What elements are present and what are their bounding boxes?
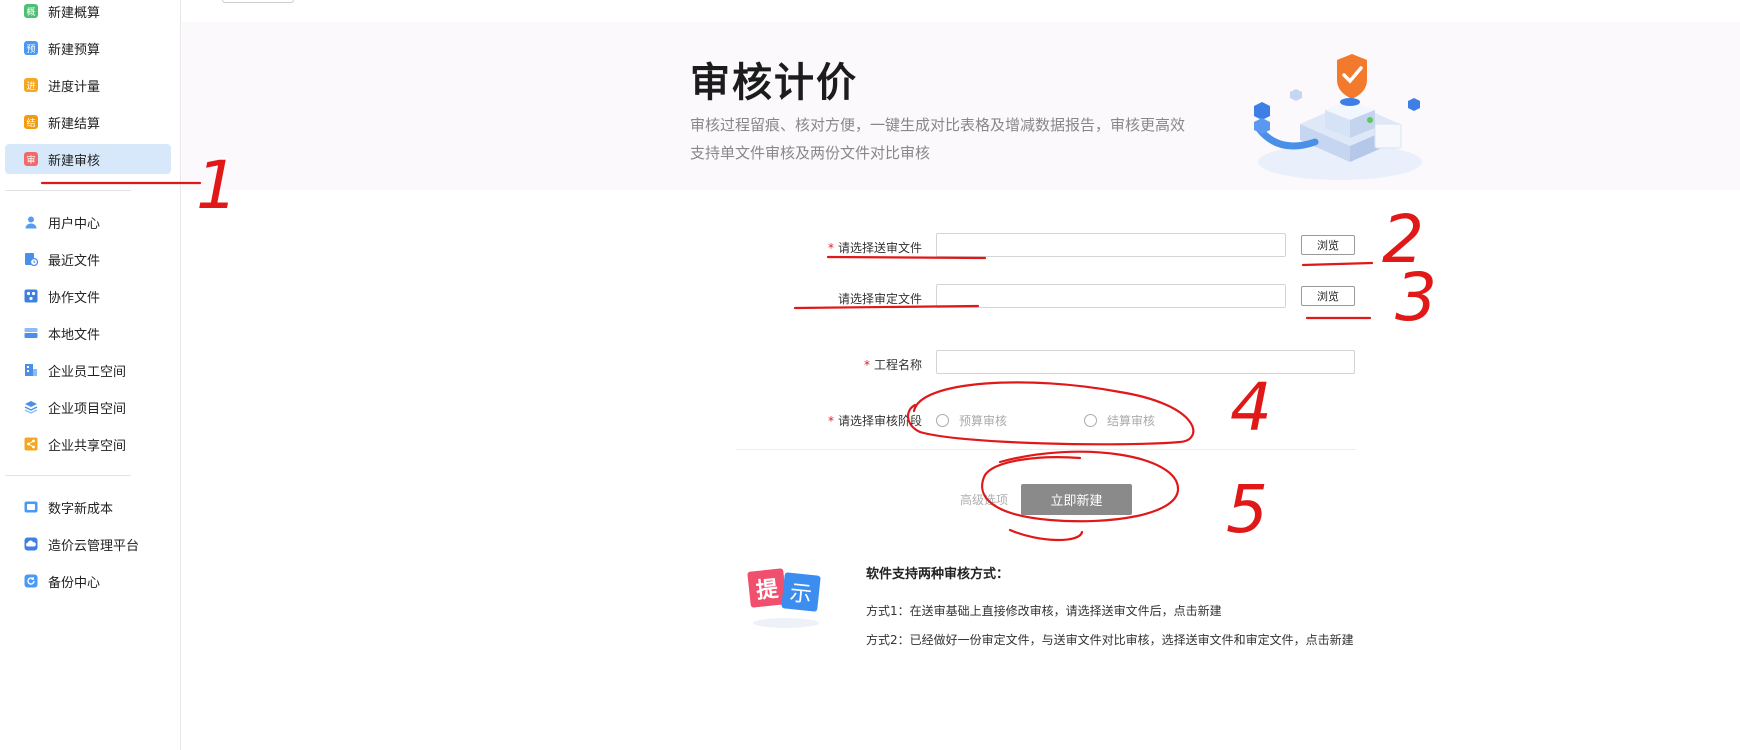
sidebar-item-label: 新建预算 bbox=[48, 42, 101, 58]
cloud-platform-icon bbox=[24, 537, 38, 551]
create-now-button[interactable]: 立即新建 bbox=[1021, 484, 1132, 515]
tip-title: 软件支持两种审核方式： bbox=[866, 567, 1010, 582]
annotation-number-5: 5 bbox=[1226, 471, 1268, 548]
local-file-icon bbox=[24, 326, 38, 340]
sidebar-item-label: 新建概算 bbox=[48, 5, 101, 21]
required-mark: * bbox=[827, 414, 834, 428]
tip-badge-char2: 示 bbox=[781, 572, 821, 612]
recent-file-icon bbox=[24, 252, 38, 266]
sidebar-item-project-space[interactable]: 企业项目空间 bbox=[5, 392, 171, 422]
project-name-label: * 工程名称 bbox=[863, 358, 922, 372]
stage-radio-budget[interactable]: 预算审核 bbox=[936, 412, 1007, 429]
sidebar-item-recent-files[interactable]: 最近文件 bbox=[5, 244, 171, 274]
sidebar: 概 新建概算 预 新建预算 进 进度计量 结 新建结算 审 新建审核 用户中心 … bbox=[0, 0, 181, 750]
sidebar-item-collab-files[interactable]: 协作文件 bbox=[5, 281, 171, 311]
budget-icon: 预 bbox=[24, 41, 38, 55]
banner-description-line2: 支持单文件审核及两份文件对比审核 bbox=[690, 144, 931, 162]
sidebar-item-label: 备份中心 bbox=[48, 575, 101, 591]
settlement-icon: 结 bbox=[24, 115, 38, 129]
form-divider bbox=[736, 449, 1356, 450]
sidebar-item-label: 企业项目空间 bbox=[48, 401, 127, 417]
collab-file-icon bbox=[24, 289, 38, 303]
annotation-number-3: 3 bbox=[1395, 259, 1437, 336]
sidebar-item-staff-space[interactable]: 企业员工空间 bbox=[5, 355, 171, 385]
radio-label: 预算审核 bbox=[959, 414, 1008, 428]
sidebar-item-label: 用户中心 bbox=[48, 216, 101, 232]
sidebar-item-new-settlement[interactable]: 结 新建结算 bbox=[5, 107, 171, 137]
audit-illustration bbox=[1254, 54, 1422, 180]
sidebar-item-share-space[interactable]: 企业共享空间 bbox=[5, 429, 171, 459]
sidebar-item-new-estimate[interactable]: 概 新建概算 bbox=[5, 0, 171, 26]
project-name-input[interactable] bbox=[936, 350, 1355, 374]
sidebar-item-progress[interactable]: 进 进度计量 bbox=[5, 70, 171, 100]
sidebar-item-label: 新建结算 bbox=[48, 116, 101, 132]
banner-description-line1: 审核过程留痕、核对方便，一键生成对比表格及增减数据报告，审核更高效 bbox=[690, 116, 1186, 134]
sidebar-item-user-center[interactable]: 用户中心 bbox=[5, 207, 171, 237]
tip-line-2: 方式2：已经做好一份审定文件，与送审文件对比审核，选择送审文件和审定文件，点击新… bbox=[866, 633, 1354, 647]
sidebar-item-label: 数字新成本 bbox=[48, 501, 114, 517]
user-icon bbox=[24, 215, 38, 229]
advanced-options-link[interactable]: 高级选项 bbox=[960, 491, 1008, 508]
sidebar-item-new-audit[interactable]: 审 新建审核 bbox=[5, 144, 171, 174]
estimate-icon: 概 bbox=[24, 4, 38, 18]
sidebar-item-label: 企业共享空间 bbox=[48, 438, 127, 454]
radio-circle[interactable] bbox=[1084, 414, 1097, 427]
approved-file-browse-button[interactable]: 浏览 bbox=[1301, 286, 1355, 306]
stage-radio-settlement[interactable]: 结算审核 bbox=[1084, 412, 1155, 429]
audit-icon: 审 bbox=[24, 152, 38, 166]
tip-line-1: 方式1：在送审基础上直接修改审核，请选择送审文件后，点击新建 bbox=[866, 604, 1222, 618]
staff-space-icon bbox=[24, 363, 38, 377]
annotation-number-2: 2 bbox=[1382, 201, 1424, 278]
progress-icon: 进 bbox=[24, 78, 38, 92]
required-mark: * bbox=[863, 358, 870, 372]
approved-file-label: 请选择审定文件 bbox=[837, 292, 922, 306]
project-space-icon bbox=[24, 400, 38, 414]
sidebar-item-label: 本地文件 bbox=[48, 327, 101, 343]
radio-circle[interactable] bbox=[936, 414, 949, 427]
backup-icon bbox=[24, 574, 38, 588]
sidebar-item-label: 协作文件 bbox=[48, 290, 101, 306]
sidebar-item-digital-cost[interactable]: 数字新成本 bbox=[5, 492, 171, 522]
sidebar-item-new-budget[interactable]: 预 新建预算 bbox=[5, 33, 171, 63]
banner bbox=[182, 22, 1740, 190]
annotation-number-4: 4 bbox=[1230, 369, 1272, 446]
top-tab-stub bbox=[222, 0, 294, 3]
sidebar-divider bbox=[5, 475, 131, 476]
sidebar-item-label: 最近文件 bbox=[48, 253, 101, 269]
share-space-icon bbox=[24, 437, 38, 451]
tip-badge: 提 示 bbox=[745, 566, 835, 636]
digital-cost-icon bbox=[24, 500, 38, 514]
sidebar-item-label: 企业员工空间 bbox=[48, 364, 127, 380]
audit-stage-label: * 请选择审核阶段 bbox=[827, 414, 922, 428]
submitted-file-input[interactable] bbox=[936, 233, 1286, 257]
sidebar-item-backup[interactable]: 备份中心 bbox=[5, 566, 171, 596]
sidebar-item-label: 新建审核 bbox=[48, 153, 101, 169]
radio-label: 结算审核 bbox=[1107, 414, 1156, 428]
sidebar-item-label: 造价云管理平台 bbox=[48, 538, 140, 554]
sidebar-item-label: 进度计量 bbox=[48, 79, 101, 95]
required-mark: * bbox=[827, 241, 834, 255]
page-title: 审核计价 bbox=[690, 60, 858, 106]
approved-file-input[interactable] bbox=[936, 284, 1286, 308]
sidebar-divider bbox=[5, 190, 131, 191]
submitted-file-label: * 请选择送审文件 bbox=[827, 241, 922, 255]
sidebar-item-local-files[interactable]: 本地文件 bbox=[5, 318, 171, 348]
sidebar-item-cloud-platform[interactable]: 造价云管理平台 bbox=[5, 529, 171, 559]
submitted-file-browse-button[interactable]: 浏览 bbox=[1301, 235, 1355, 255]
